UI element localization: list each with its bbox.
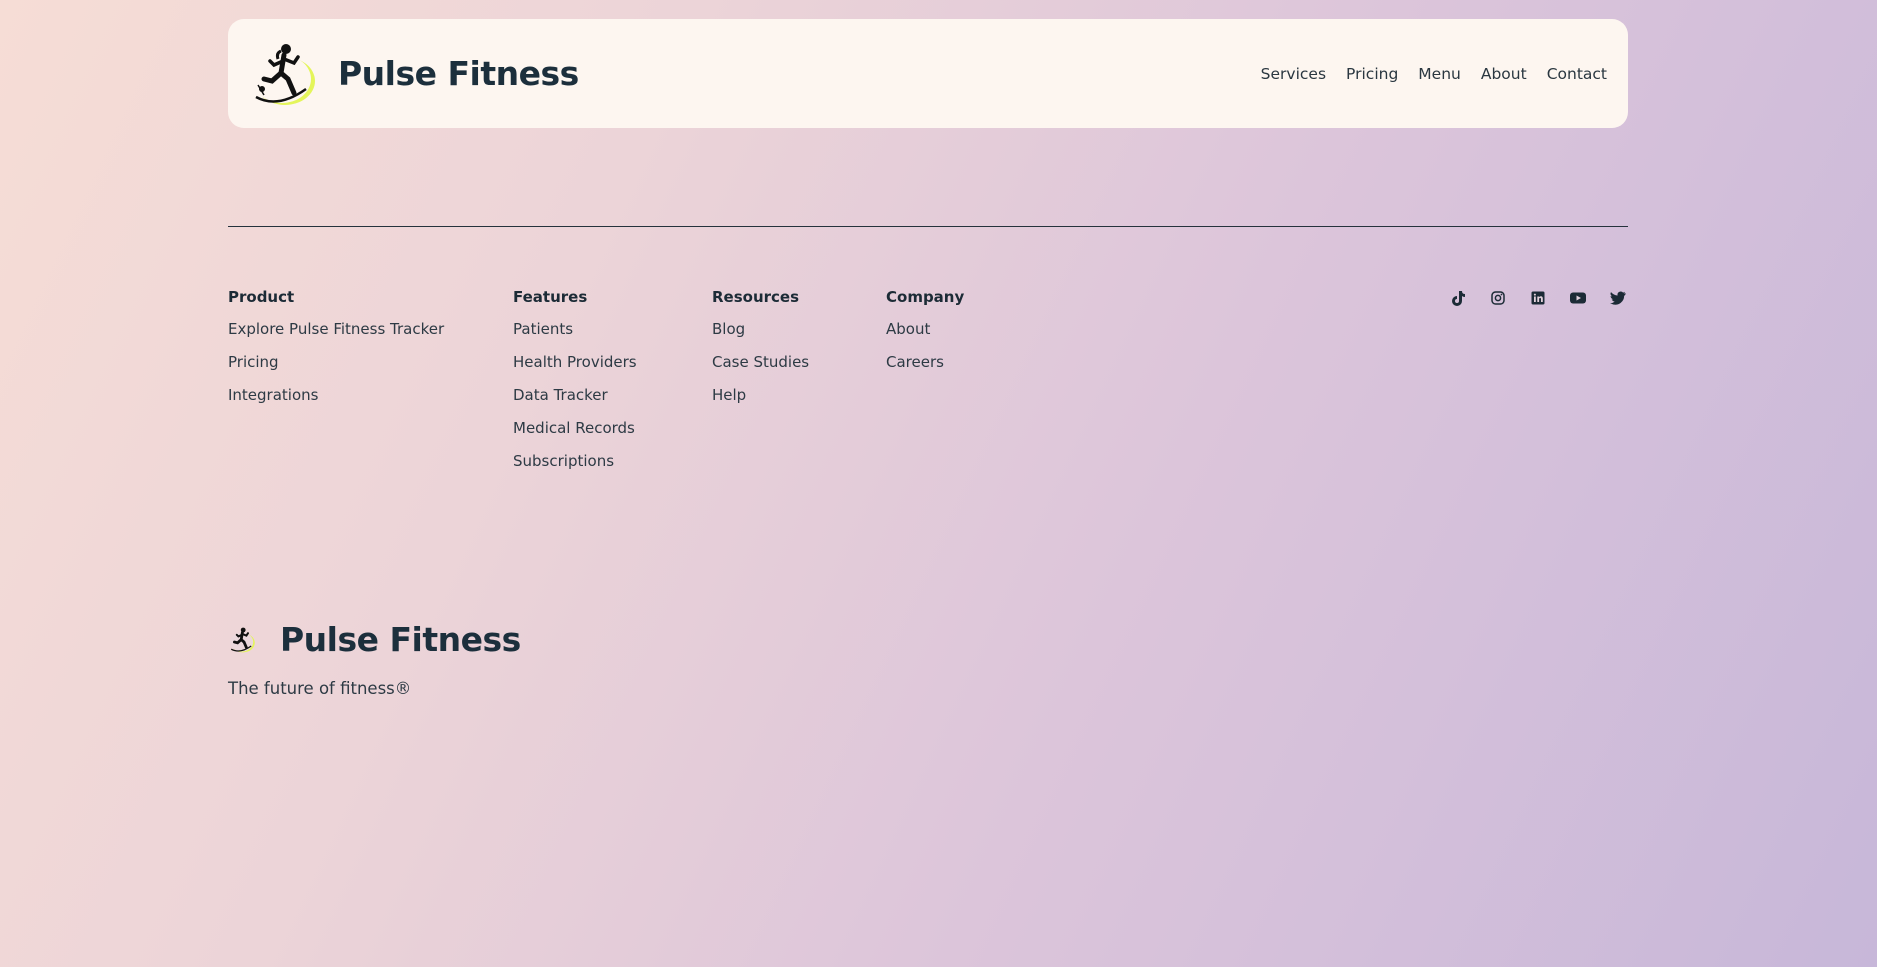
footer-heading-features: Features — [513, 288, 588, 306]
runner-logo-icon — [230, 627, 255, 652]
footer-link[interactable]: Case Studies — [712, 352, 809, 385]
footer-link[interactable]: Data Tracker — [513, 385, 637, 418]
instagram-icon[interactable] — [1488, 288, 1508, 308]
brand-name: Pulse Fitness — [338, 54, 579, 93]
nav-about[interactable]: About — [1481, 65, 1527, 83]
footer-heading-company: Company — [886, 288, 965, 306]
nav-contact[interactable]: Contact — [1547, 65, 1607, 83]
brand[interactable]: Pulse Fitness — [248, 39, 579, 109]
runner-logo-icon — [253, 43, 315, 105]
footer-link[interactable]: Medical Records — [513, 418, 637, 451]
footer-col-features: Features Patients Health Providers Data … — [513, 288, 637, 484]
youtube-icon[interactable] — [1568, 288, 1588, 308]
footer-link[interactable]: Careers — [886, 352, 964, 385]
nav-pricing[interactable]: Pricing — [1346, 65, 1398, 83]
twitter-icon[interactable] — [1608, 288, 1628, 308]
footer-col-company: Company About Careers — [886, 288, 964, 385]
footer-heading-product: Product — [228, 288, 295, 306]
tagline: The future of fitness® — [228, 679, 412, 698]
tiktok-icon[interactable] — [1448, 288, 1468, 308]
footer-brand-name: Pulse Fitness — [280, 620, 521, 659]
footer-divider — [228, 226, 1628, 227]
nav-services[interactable]: Services — [1261, 65, 1326, 83]
social-links — [1448, 288, 1628, 308]
footer-link[interactable]: Explore Pulse Fitness Tracker — [228, 319, 444, 352]
footer-link[interactable]: Blog — [712, 319, 809, 352]
footer-brand-block: Pulse Fitness The future of fitness® — [228, 620, 1628, 698]
footer-col-product: Product Explore Pulse Fitness Tracker Pr… — [228, 288, 444, 418]
footer-link[interactable]: Health Providers — [513, 352, 637, 385]
nav-menu[interactable]: Menu — [1418, 65, 1461, 83]
footer-columns: Product Explore Pulse Fitness Tracker Pr… — [228, 288, 1628, 488]
linkedin-icon[interactable] — [1528, 288, 1548, 308]
footer-heading-resources: Resources — [712, 288, 800, 306]
footer-link[interactable]: Integrations — [228, 385, 444, 418]
footer-link[interactable]: Pricing — [228, 352, 444, 385]
site-header: Pulse Fitness Services Pricing Menu Abou… — [228, 19, 1628, 128]
footer-link[interactable]: Help — [712, 385, 809, 418]
footer-link[interactable]: Subscriptions — [513, 451, 637, 484]
footer-link[interactable]: About — [886, 319, 964, 352]
main-nav: Services Pricing Menu About Contact — [1261, 65, 1607, 83]
footer-col-resources: Resources Blog Case Studies Help — [712, 288, 809, 418]
footer-link[interactable]: Patients — [513, 319, 637, 352]
footer-brand[interactable]: Pulse Fitness — [228, 620, 1628, 659]
